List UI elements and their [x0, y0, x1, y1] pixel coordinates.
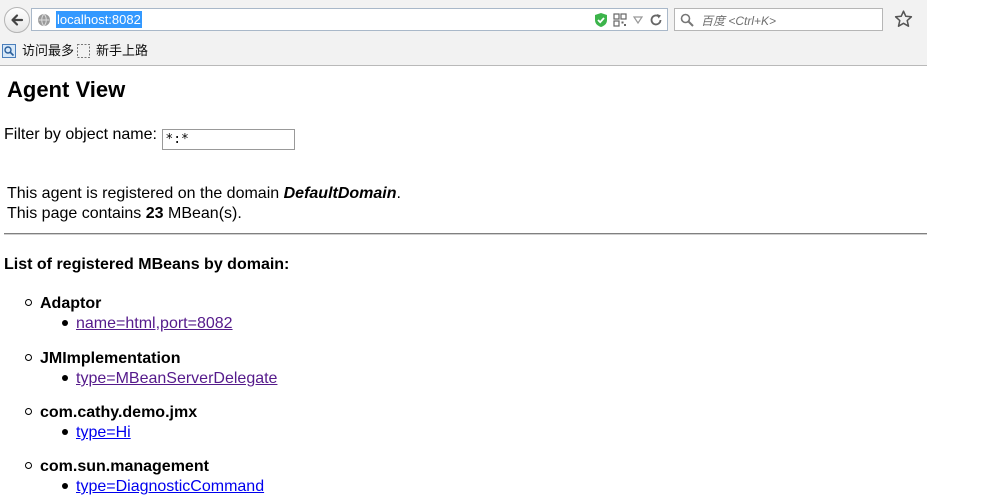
mbean-count-info: This page contains 23 MBean(s). — [7, 204, 242, 224]
bookmark-label: 访问最多 — [22, 43, 75, 58]
mbean-count: 23 — [145, 205, 164, 222]
globe-icon — [38, 13, 50, 27]
filter-label: Filter by object name: — [4, 126, 157, 143]
url-bar[interactable]: localhost:8082 — [31, 8, 668, 31]
domain-label: com.cathy.demo.jmx — [40, 404, 198, 421]
dropdown-arrow-icon[interactable] — [632, 14, 644, 26]
list-heading: List of registered MBeans by domain: — [4, 256, 290, 273]
circle-bullet-icon — [25, 462, 32, 469]
mbean-link[interactable]: name=html,port=8082 — [76, 314, 233, 334]
domain-suffix: . — [396, 185, 401, 202]
domain-label: Adaptor — [40, 295, 102, 312]
disc-bullet-icon — [62, 483, 68, 489]
most-visited-icon — [2, 44, 16, 58]
mbean-link[interactable]: type=DiagnosticCommand — [76, 477, 264, 497]
url-text: localhost:8082 — [56, 11, 142, 28]
disc-bullet-icon — [62, 320, 68, 326]
circle-bullet-icon — [25, 299, 32, 306]
domain-label: JMImplementation — [40, 350, 181, 367]
blank-page-icon — [77, 44, 90, 58]
back-button[interactable] — [4, 7, 30, 33]
search-placeholder: 百度 <Ctrl+K> — [701, 14, 777, 28]
circle-bullet-icon — [25, 354, 32, 361]
horizontal-divider — [4, 233, 927, 235]
default-domain-name: DefaultDomain — [283, 185, 397, 202]
bookmark-label: 新手上路 — [96, 43, 149, 58]
mbean-link[interactable]: type=MBeanServerDelegate — [76, 369, 277, 389]
page-content: Agent View Filter by object name: *:* Th… — [0, 66, 927, 495]
filter-row: Filter by object name: *:* — [4, 125, 296, 150]
domain-label: com.sun.management — [40, 458, 209, 475]
count-suffix: MBean(s). — [163, 205, 242, 222]
shield-icon[interactable] — [594, 12, 608, 28]
search-icon — [680, 13, 694, 27]
search-box[interactable]: 百度 <Ctrl+K> — [674, 8, 883, 31]
circle-bullet-icon — [25, 408, 32, 415]
disc-bullet-icon — [62, 429, 68, 435]
qr-code-icon[interactable] — [613, 13, 627, 27]
mbean-link[interactable]: type=Hi — [76, 423, 131, 443]
domain-info: This agent is registered on the domain D… — [7, 184, 401, 204]
back-arrow-icon — [11, 14, 24, 26]
bookmark-getting-started[interactable]: 新手上路 — [77, 43, 148, 59]
reload-icon[interactable] — [649, 13, 663, 27]
star-icon[interactable] — [894, 10, 913, 28]
disc-bullet-icon — [62, 375, 68, 381]
domain-prefix: This agent is registered on the domain — [7, 185, 284, 202]
browser-toolbar: localhost:8082 百度 <Ctrl+K> 访问最多 新手上路 — [0, 0, 927, 66]
page-title: Agent View — [7, 77, 126, 102]
bookmark-most-visited[interactable]: 访问最多 — [2, 43, 74, 59]
filter-input[interactable]: *:* — [162, 129, 296, 150]
count-prefix: This page contains — [7, 205, 146, 222]
